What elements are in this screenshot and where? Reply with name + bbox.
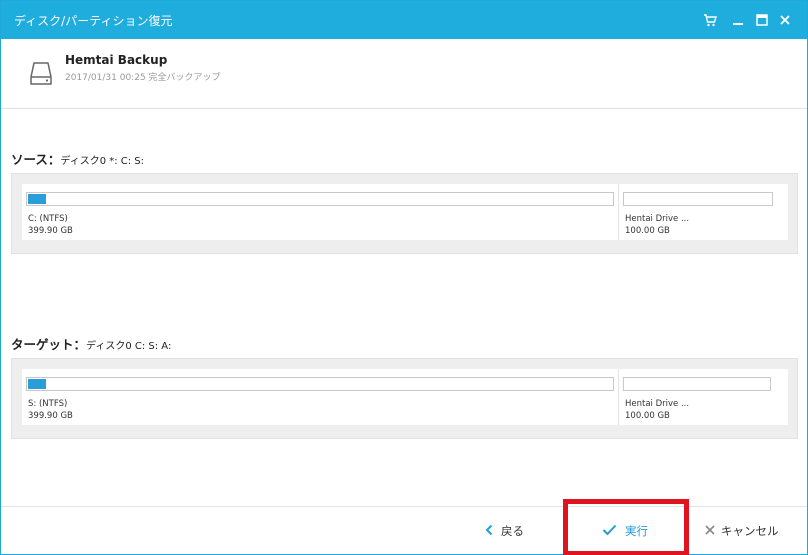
window-title: ディスク/パーティション復元 <box>14 14 173 28</box>
partition-name: S: (NTFS) <box>28 399 68 409</box>
partition-size: 399.90 GB <box>28 411 73 421</box>
source-partition-c[interactable]: C: (NTFS) 399.90 GB <box>22 184 618 240</box>
partition-info: C: (NTFS) 399.90 GB <box>28 213 73 237</box>
source-disk-panel: C: (NTFS) 399.90 GB Hentai Drive ... 100… <box>11 173 798 254</box>
partition-name: Hentai Drive ... <box>625 214 690 224</box>
close-icon[interactable] <box>776 11 794 29</box>
partition-size: 100.00 GB <box>625 226 670 236</box>
target-partition-s[interactable]: S: (NTFS) 399.90 GB <box>22 369 618 425</box>
target-label: ターゲット：ディスク0 C: S: A: <box>11 334 171 353</box>
execute-button[interactable]: 実行 <box>602 521 648 541</box>
target-disk-text: ディスク0 C: S: A: <box>86 341 172 352</box>
source-disk-text: ディスク0 *: C: S: <box>60 156 145 167</box>
partition-info: Hentai Drive ... 100.00 GB <box>625 398 689 422</box>
footer-bar: 戻る 実行 キャンセル <box>1 506 807 554</box>
maximize-icon[interactable] <box>753 11 771 29</box>
partition-usage-fill <box>28 194 46 204</box>
partition-size: 399.90 GB <box>28 226 73 236</box>
partition-usage-bar <box>26 192 614 206</box>
checkmark-icon <box>602 524 617 539</box>
source-heading: ソース： <box>11 152 61 167</box>
minimize-icon[interactable] <box>729 11 747 29</box>
target-disk-map: S: (NTFS) 399.90 GB Hentai Drive ... 100… <box>22 369 788 425</box>
cart-icon[interactable] <box>701 11 719 29</box>
execute-button-label: 実行 <box>625 524 648 538</box>
backup-info-header: Hemtai Backup 2017/01/31 00:25 完全バックアップ <box>1 39 807 109</box>
target-heading: ターゲット： <box>11 337 87 352</box>
partition-size: 100.00 GB <box>625 411 670 421</box>
partition-info: Hentai Drive ... 100.00 GB <box>625 213 689 237</box>
partition-usage-bar <box>26 377 614 391</box>
drive-icon <box>29 61 53 91</box>
back-button[interactable]: 戻る <box>485 521 524 541</box>
cancel-button[interactable]: キャンセル <box>705 521 779 541</box>
source-label: ソース：ディスク0 *: C: S: <box>11 149 144 168</box>
restore-window: ディスク/パーティション復元 Hemtai Backup 2017/01/31 … <box>0 0 808 555</box>
close-x-icon <box>705 524 715 538</box>
target-partition-hentai[interactable]: Hentai Drive ... 100.00 GB <box>619 369 788 425</box>
chevron-left-icon <box>485 524 493 539</box>
back-button-label: 戻る <box>501 524 524 538</box>
partition-usage-fill <box>28 379 46 389</box>
partition-name: C: (NTFS) <box>28 214 68 224</box>
cancel-button-label: キャンセル <box>721 524 779 538</box>
source-partition-hentai[interactable]: Hentai Drive ... 100.00 GB <box>619 184 788 240</box>
partition-name: Hentai Drive ... <box>625 399 690 409</box>
backup-meta: 2017/01/31 00:25 完全バックアップ <box>65 73 221 83</box>
partition-info: S: (NTFS) 399.90 GB <box>28 398 73 422</box>
title-bar: ディスク/パーティション復元 <box>1 1 807 39</box>
partition-usage-bar <box>623 377 771 391</box>
target-disk-panel: S: (NTFS) 399.90 GB Hentai Drive ... 100… <box>11 358 798 439</box>
backup-name: Hemtai Backup <box>65 53 168 67</box>
source-disk-map: C: (NTFS) 399.90 GB Hentai Drive ... 100… <box>22 184 788 240</box>
partition-usage-bar <box>623 192 773 206</box>
